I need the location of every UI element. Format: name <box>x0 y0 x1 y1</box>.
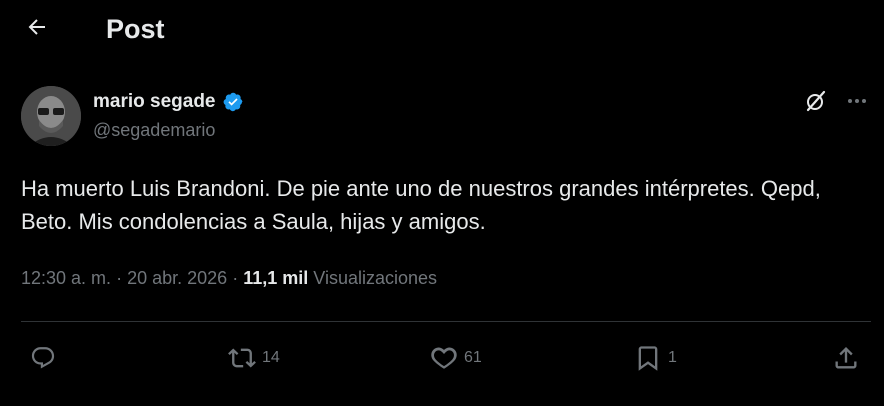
grok-button[interactable] <box>801 88 831 118</box>
author-name[interactable]: mario segade <box>93 91 244 113</box>
like-count: 61 <box>464 349 482 366</box>
repost-icon <box>228 344 256 372</box>
bookmark-count: 1 <box>668 349 677 366</box>
verified-badge-icon <box>222 91 244 113</box>
meta-separator: · <box>232 268 239 288</box>
divider <box>21 321 871 322</box>
reply-icon <box>30 345 56 371</box>
share-icon <box>832 344 860 372</box>
author-name-text: mario segade <box>93 91 216 112</box>
post-time[interactable]: 12:30 a. m. <box>21 268 111 288</box>
arrow-left-icon <box>25 15 49 44</box>
bookmark-button[interactable]: 1 <box>634 340 677 376</box>
views-label[interactable]: Visualizaciones <box>313 268 437 288</box>
post-date[interactable]: 20 abr. 2026 <box>127 268 227 288</box>
more-options-button[interactable] <box>842 88 872 118</box>
share-button[interactable] <box>832 340 860 376</box>
post-text: Ha muerto Luis Brandoni. De pie ante uno… <box>21 176 821 234</box>
avatar[interactable] <box>21 86 81 146</box>
repost-button[interactable]: 14 <box>228 340 280 376</box>
post-header: Post <box>0 0 884 60</box>
meta-separator: · <box>116 268 123 288</box>
like-button[interactable]: 61 <box>430 340 482 376</box>
more-horizontal-icon <box>846 90 868 117</box>
page-title: Post <box>106 14 165 44</box>
reply-button[interactable] <box>30 340 62 376</box>
back-button[interactable] <box>20 12 54 46</box>
grok-icon <box>804 89 828 118</box>
author-handle[interactable]: @segademario <box>93 120 215 141</box>
views-count[interactable]: 11,1 mil <box>243 268 308 288</box>
heart-icon <box>430 344 458 372</box>
repost-count: 14 <box>262 349 280 366</box>
post-meta: 12:30 a. m. · 20 abr. 2026 · 11,1 mil Vi… <box>21 268 437 289</box>
bookmark-icon <box>634 344 662 372</box>
